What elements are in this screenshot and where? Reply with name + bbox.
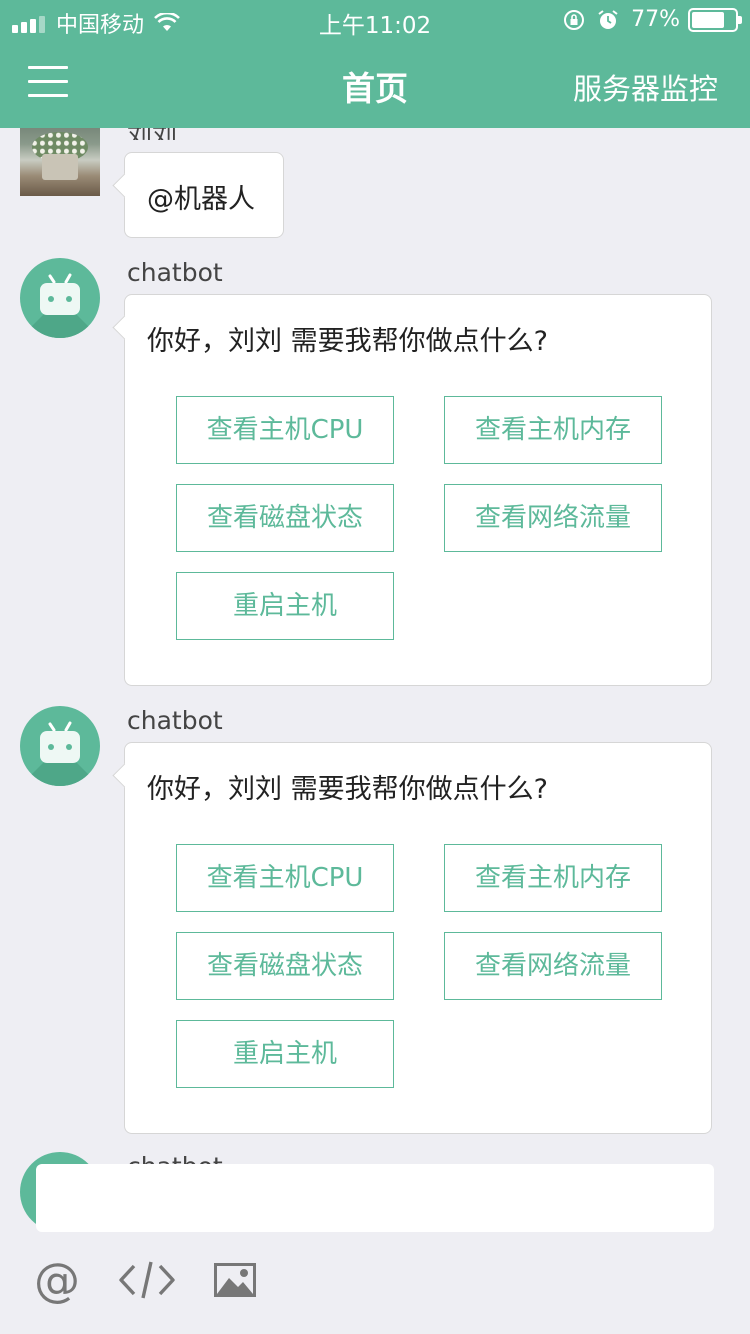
option-disk-button[interactable]: 查看磁盘状态: [176, 484, 394, 552]
option-cpu-button[interactable]: 查看主机CPU: [176, 396, 394, 464]
option-memory-button[interactable]: 查看主机内存: [444, 396, 662, 464]
message-bot: chatbot 你好，刘刘 需要我帮你做点什么? 查看主机CPU 查看主机内存 …: [0, 258, 750, 688]
nav-bar: 首页 服务器监控: [0, 40, 750, 128]
message-user: 刘刘 @机器人: [0, 128, 750, 240]
input-area: chatbot @: [0, 1152, 750, 1334]
option-cpu-button[interactable]: 查看主机CPU: [176, 844, 394, 912]
option-network-button[interactable]: 查看网络流量: [444, 932, 662, 1000]
sender-name: chatbot: [127, 258, 223, 287]
option-disk-button[interactable]: 查看磁盘状态: [176, 932, 394, 1000]
status-right: 77%: [563, 7, 742, 32]
option-restart-button[interactable]: 重启主机: [176, 1020, 394, 1088]
at-icon[interactable]: @: [34, 1256, 80, 1304]
message-text: 你好，刘刘 需要我帮你做点什么?: [147, 326, 548, 357]
message-input[interactable]: [36, 1164, 714, 1232]
alarm-icon: [598, 9, 618, 29]
sender-name: 刘刘: [127, 128, 177, 140]
bot-avatar[interactable]: [20, 258, 100, 338]
status-bar: 中国移动 上午11:02 77%: [0, 0, 750, 40]
message-bubble: @机器人: [124, 152, 284, 238]
option-network-button[interactable]: 查看网络流量: [444, 484, 662, 552]
battery-percent: 77%: [631, 7, 680, 32]
battery-icon: [688, 7, 742, 32]
option-restart-button[interactable]: 重启主机: [176, 572, 394, 640]
code-icon[interactable]: [118, 1256, 176, 1304]
chat-list[interactable]: 刘刘 @机器人 chatbot 你好，刘刘 需要我帮你做点什么? 查看主机CPU…: [0, 128, 750, 1160]
message-text: @机器人: [147, 184, 255, 215]
robot-icon: [40, 721, 80, 763]
message-bubble: 你好，刘刘 需要我帮你做点什么? 查看主机CPU 查看主机内存 查看磁盘状态 查…: [124, 294, 712, 686]
orientation-lock-icon: [564, 9, 585, 30]
user-avatar[interactable]: [20, 128, 100, 196]
option-memory-button[interactable]: 查看主机内存: [444, 844, 662, 912]
sender-name: chatbot: [127, 1152, 223, 1164]
message-bubble: 你好，刘刘 需要我帮你做点什么? 查看主机CPU 查看主机内存 查看磁盘状态 查…: [124, 742, 712, 1134]
sender-name: chatbot: [127, 706, 223, 735]
message-bot: chatbot 你好，刘刘 需要我帮你做点什么? 查看主机CPU 查看主机内存 …: [0, 706, 750, 1136]
server-monitor-button[interactable]: 服务器监控: [573, 66, 718, 108]
bot-avatar[interactable]: [20, 706, 100, 786]
image-icon[interactable]: [212, 1256, 258, 1304]
message-text: 你好，刘刘 需要我帮你做点什么?: [147, 774, 548, 805]
robot-icon: [40, 273, 80, 315]
